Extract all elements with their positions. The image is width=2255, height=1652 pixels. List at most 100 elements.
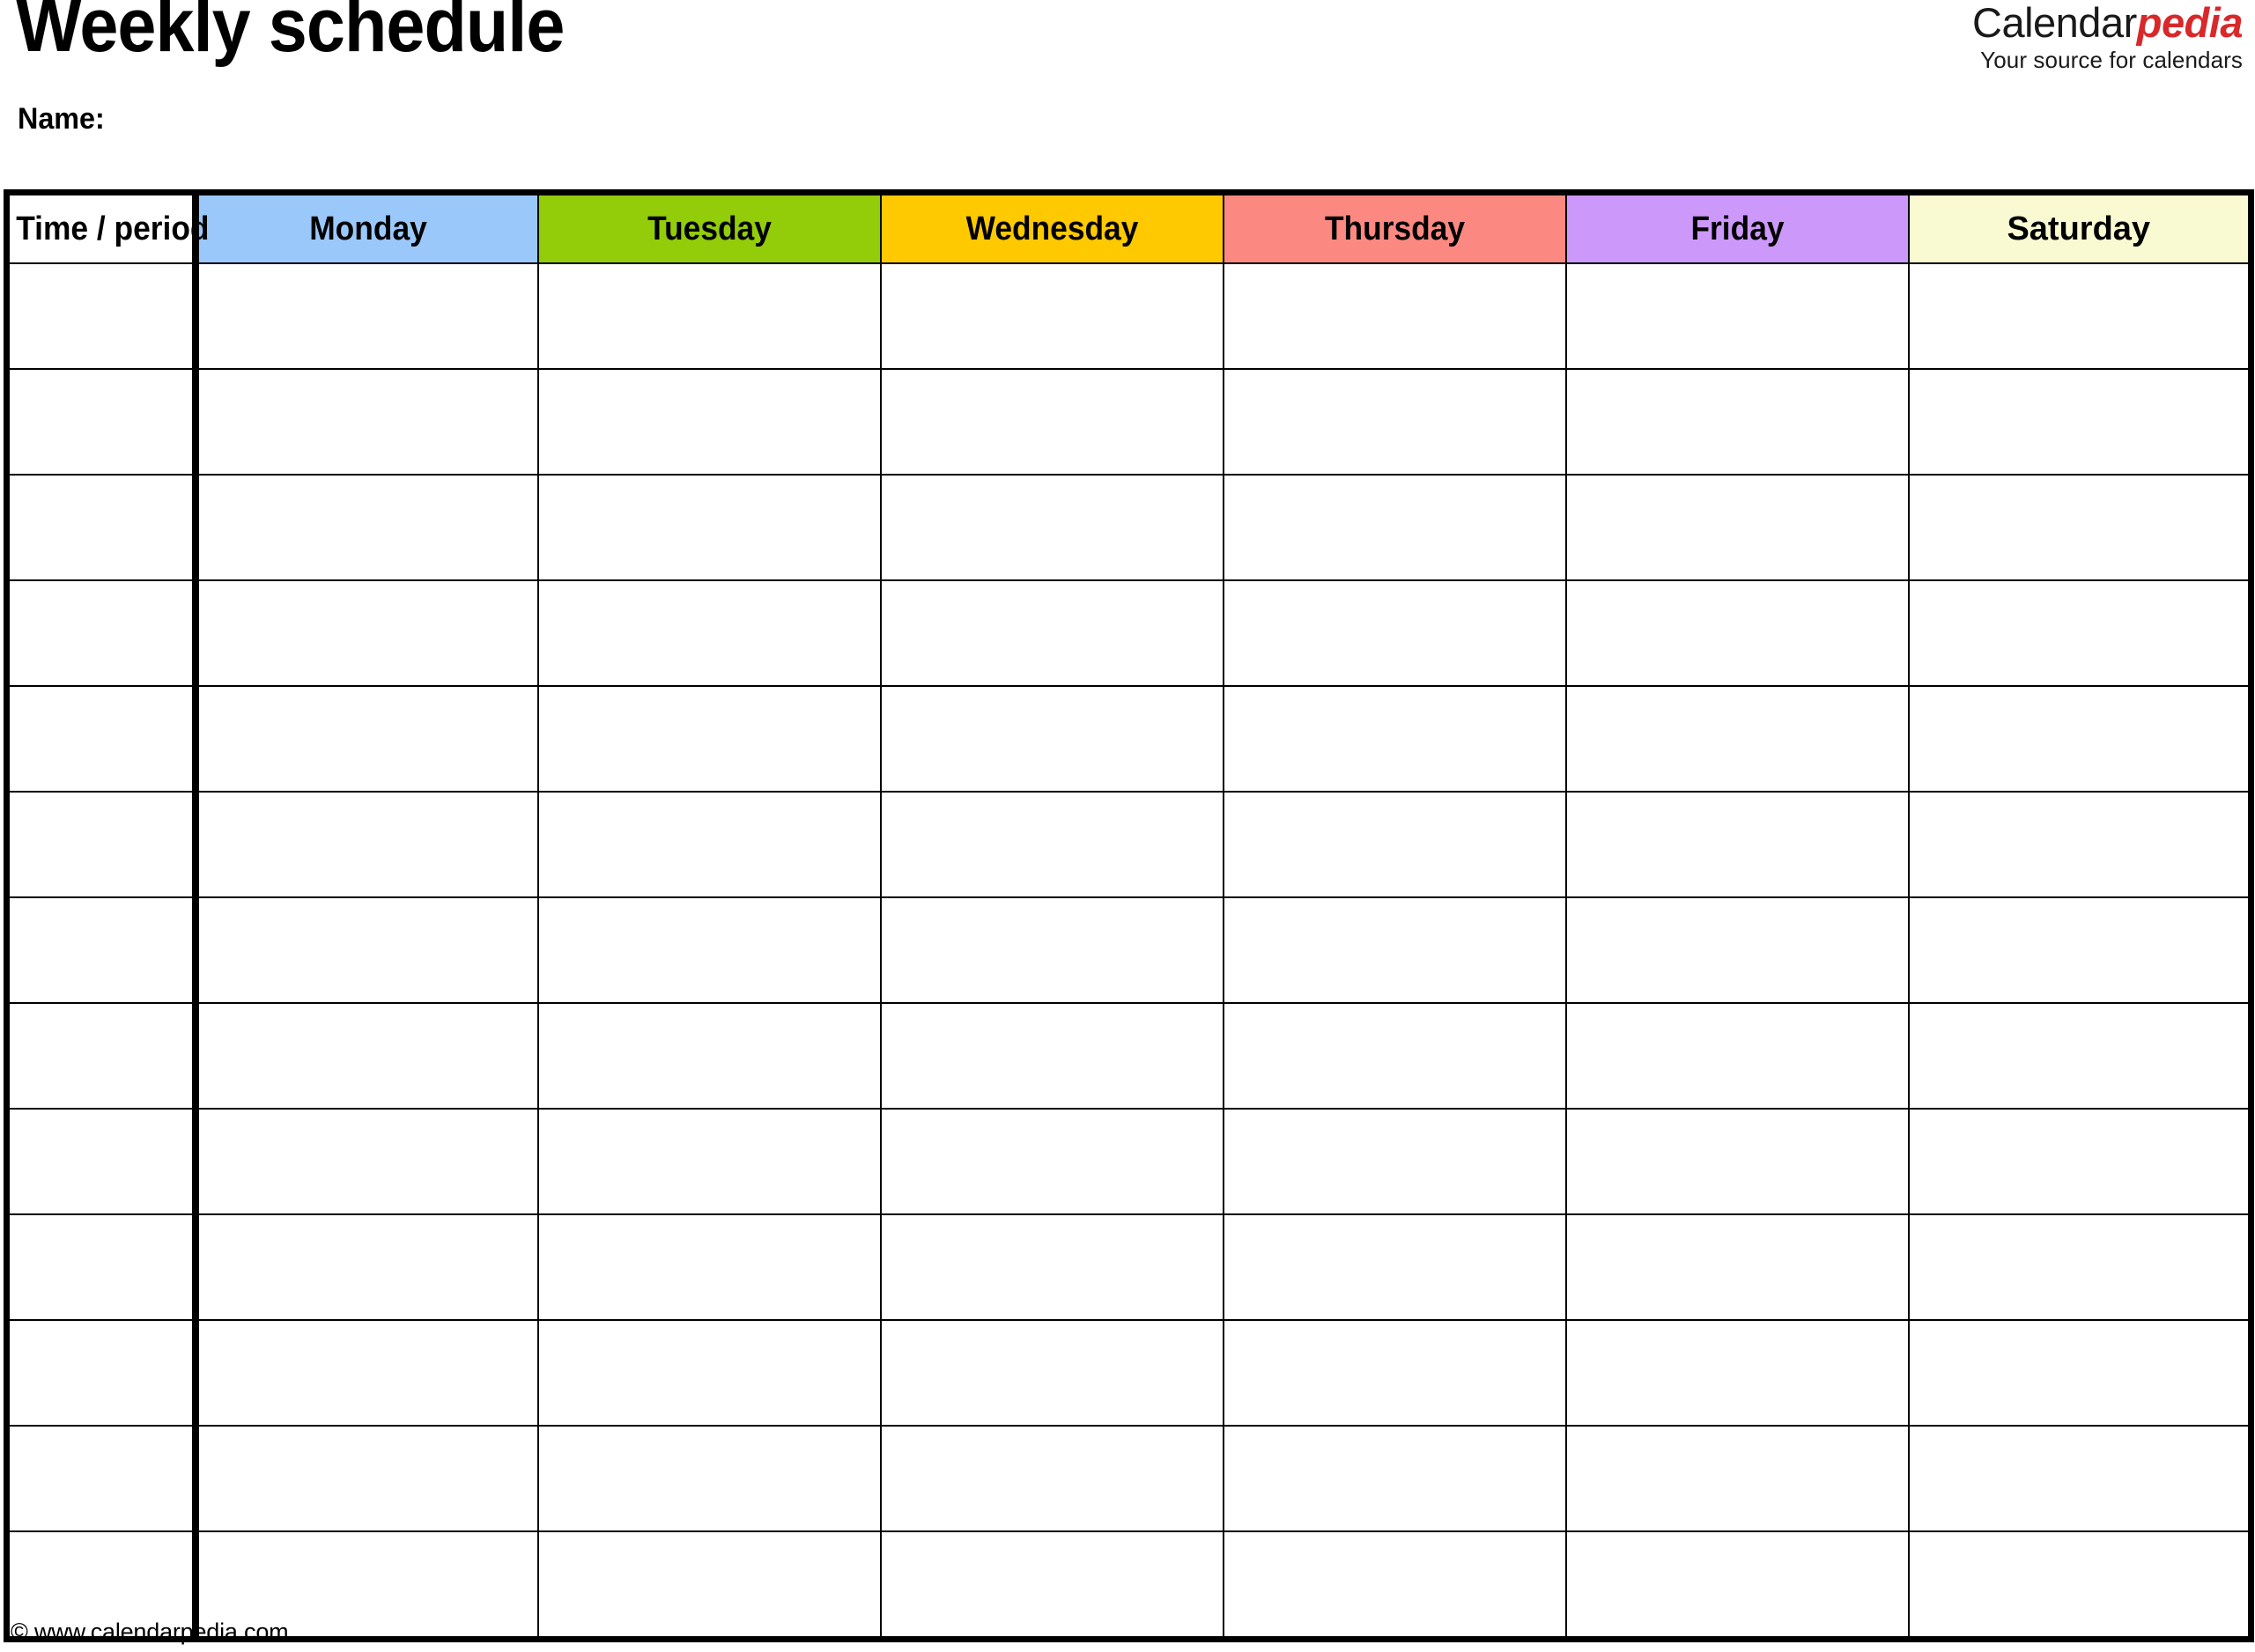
page-title: Weekly schedule <box>16 0 565 68</box>
schedule-cell-thursday[interactable] <box>1222 1002 1567 1110</box>
schedule-cell-friday[interactable] <box>1564 1530 1910 1641</box>
schedule-cell-saturday[interactable] <box>1907 791 2252 898</box>
schedule-cell-friday[interactable] <box>1564 791 1910 898</box>
schedule-column-header-thursday: Thursday <box>1222 191 1567 264</box>
schedule-cell-friday[interactable] <box>1564 1002 1910 1110</box>
schedule-cell-monday[interactable] <box>194 1213 539 1321</box>
schedule-cell-time[interactable] <box>5 474 199 581</box>
schedule-cell-thursday[interactable] <box>1222 896 1567 1004</box>
schedule-cell-tuesday[interactable] <box>536 368 882 476</box>
schedule-cell-monday[interactable] <box>194 1002 539 1110</box>
schedule-cell-wednesday[interactable] <box>879 1530 1224 1641</box>
schedule-column-header-wednesday: Wednesday <box>879 191 1224 264</box>
schedule-cell-monday[interactable] <box>194 896 539 1004</box>
schedule-cell-saturday[interactable] <box>1907 1425 2252 1532</box>
schedule-cell-monday[interactable] <box>194 474 539 581</box>
schedule-cell-thursday[interactable] <box>1222 685 1567 793</box>
schedule-cell-tuesday[interactable] <box>536 262 882 370</box>
schedule-cell-time[interactable] <box>5 579 199 687</box>
schedule-cell-time[interactable] <box>5 1425 199 1532</box>
schedule-cell-time[interactable] <box>5 685 199 793</box>
schedule-cell-time[interactable] <box>5 1213 199 1321</box>
schedule-cell-monday[interactable] <box>194 791 539 898</box>
schedule-row <box>5 1108 2252 1215</box>
schedule-cell-monday[interactable] <box>194 579 539 687</box>
schedule-cell-friday[interactable] <box>1564 1425 1910 1532</box>
schedule-cell-friday[interactable] <box>1564 262 1910 370</box>
schedule-cell-time[interactable] <box>5 262 199 370</box>
schedule-cell-time[interactable] <box>5 1319 199 1427</box>
schedule-cell-friday[interactable] <box>1564 685 1910 793</box>
schedule-cell-friday[interactable] <box>1564 896 1910 1004</box>
schedule-cell-saturday[interactable] <box>1907 1319 2252 1427</box>
schedule-cell-thursday[interactable] <box>1222 474 1567 581</box>
schedule-cell-wednesday[interactable] <box>879 791 1224 898</box>
schedule-cell-friday[interactable] <box>1564 579 1910 687</box>
schedule-cell-tuesday[interactable] <box>536 1002 882 1110</box>
schedule-cell-saturday[interactable] <box>1907 368 2252 476</box>
schedule-cell-wednesday[interactable] <box>879 474 1224 581</box>
schedule-cell-tuesday[interactable] <box>536 474 882 581</box>
schedule-cell-time[interactable] <box>5 1108 199 1215</box>
schedule-cell-monday[interactable] <box>194 262 539 370</box>
schedule-row <box>5 1213 2252 1321</box>
schedule-cell-friday[interactable] <box>1564 1108 1910 1215</box>
schedule-cell-thursday[interactable] <box>1222 368 1567 476</box>
schedule-cell-saturday[interactable] <box>1907 262 2252 370</box>
schedule-cell-saturday[interactable] <box>1907 685 2252 793</box>
schedule-cell-wednesday[interactable] <box>879 1425 1224 1532</box>
schedule-body <box>5 262 2252 1641</box>
schedule-cell-monday[interactable] <box>194 1319 539 1427</box>
schedule-cell-monday[interactable] <box>194 368 539 476</box>
schedule-cell-tuesday[interactable] <box>536 579 882 687</box>
schedule-column-header-tuesday: Tuesday <box>536 191 882 264</box>
schedule-cell-wednesday[interactable] <box>879 1319 1224 1427</box>
schedule-cell-saturday[interactable] <box>1907 1530 2252 1641</box>
schedule-cell-wednesday[interactable] <box>879 896 1224 1004</box>
schedule-cell-thursday[interactable] <box>1222 1530 1567 1641</box>
schedule-cell-tuesday[interactable] <box>536 1425 882 1532</box>
schedule-cell-wednesday[interactable] <box>879 685 1224 793</box>
schedule-cell-time[interactable] <box>5 1002 199 1110</box>
schedule-cell-monday[interactable] <box>194 1425 539 1532</box>
schedule-cell-saturday[interactable] <box>1907 1002 2252 1110</box>
schedule-cell-time[interactable] <box>5 368 199 476</box>
schedule-cell-monday[interactable] <box>194 1108 539 1215</box>
schedule-cell-wednesday[interactable] <box>879 1002 1224 1110</box>
schedule-cell-thursday[interactable] <box>1222 579 1567 687</box>
schedule-cell-saturday[interactable] <box>1907 474 2252 581</box>
weekly-schedule-page: Weekly schedule Name: Calendarpedia Your… <box>0 0 2255 1652</box>
schedule-cell-tuesday[interactable] <box>536 685 882 793</box>
schedule-row <box>5 685 2252 793</box>
schedule-cell-wednesday[interactable] <box>879 262 1224 370</box>
schedule-cell-thursday[interactable] <box>1222 1213 1567 1321</box>
schedule-cell-tuesday[interactable] <box>536 896 882 1004</box>
schedule-cell-friday[interactable] <box>1564 474 1910 581</box>
schedule-cell-saturday[interactable] <box>1907 579 2252 687</box>
schedule-cell-friday[interactable] <box>1564 1213 1910 1321</box>
schedule-cell-thursday[interactable] <box>1222 262 1567 370</box>
schedule-header-row-group: Time / period Monday Tuesday Wednesday Thurs… <box>5 191 2252 264</box>
schedule-cell-saturday[interactable] <box>1907 896 2252 1004</box>
schedule-cell-tuesday[interactable] <box>536 1108 882 1215</box>
schedule-cell-tuesday[interactable] <box>536 1213 882 1321</box>
schedule-cell-thursday[interactable] <box>1222 1319 1567 1427</box>
schedule-cell-wednesday[interactable] <box>879 579 1224 687</box>
schedule-column-header-label: Wednesday <box>965 210 1138 247</box>
schedule-cell-wednesday[interactable] <box>879 1108 1224 1215</box>
schedule-cell-wednesday[interactable] <box>879 368 1224 476</box>
schedule-cell-friday[interactable] <box>1564 1319 1910 1427</box>
schedule-cell-thursday[interactable] <box>1222 1425 1567 1532</box>
schedule-cell-tuesday[interactable] <box>536 791 882 898</box>
schedule-cell-thursday[interactable] <box>1222 1108 1567 1215</box>
schedule-cell-time[interactable] <box>5 791 199 898</box>
schedule-cell-saturday[interactable] <box>1907 1108 2252 1215</box>
schedule-cell-time[interactable] <box>5 896 199 1004</box>
schedule-cell-wednesday[interactable] <box>879 1213 1224 1321</box>
schedule-cell-monday[interactable] <box>194 685 539 793</box>
schedule-cell-tuesday[interactable] <box>536 1530 882 1641</box>
schedule-cell-saturday[interactable] <box>1907 1213 2252 1321</box>
schedule-cell-tuesday[interactable] <box>536 1319 882 1427</box>
schedule-cell-friday[interactable] <box>1564 368 1910 476</box>
schedule-cell-thursday[interactable] <box>1222 791 1567 898</box>
